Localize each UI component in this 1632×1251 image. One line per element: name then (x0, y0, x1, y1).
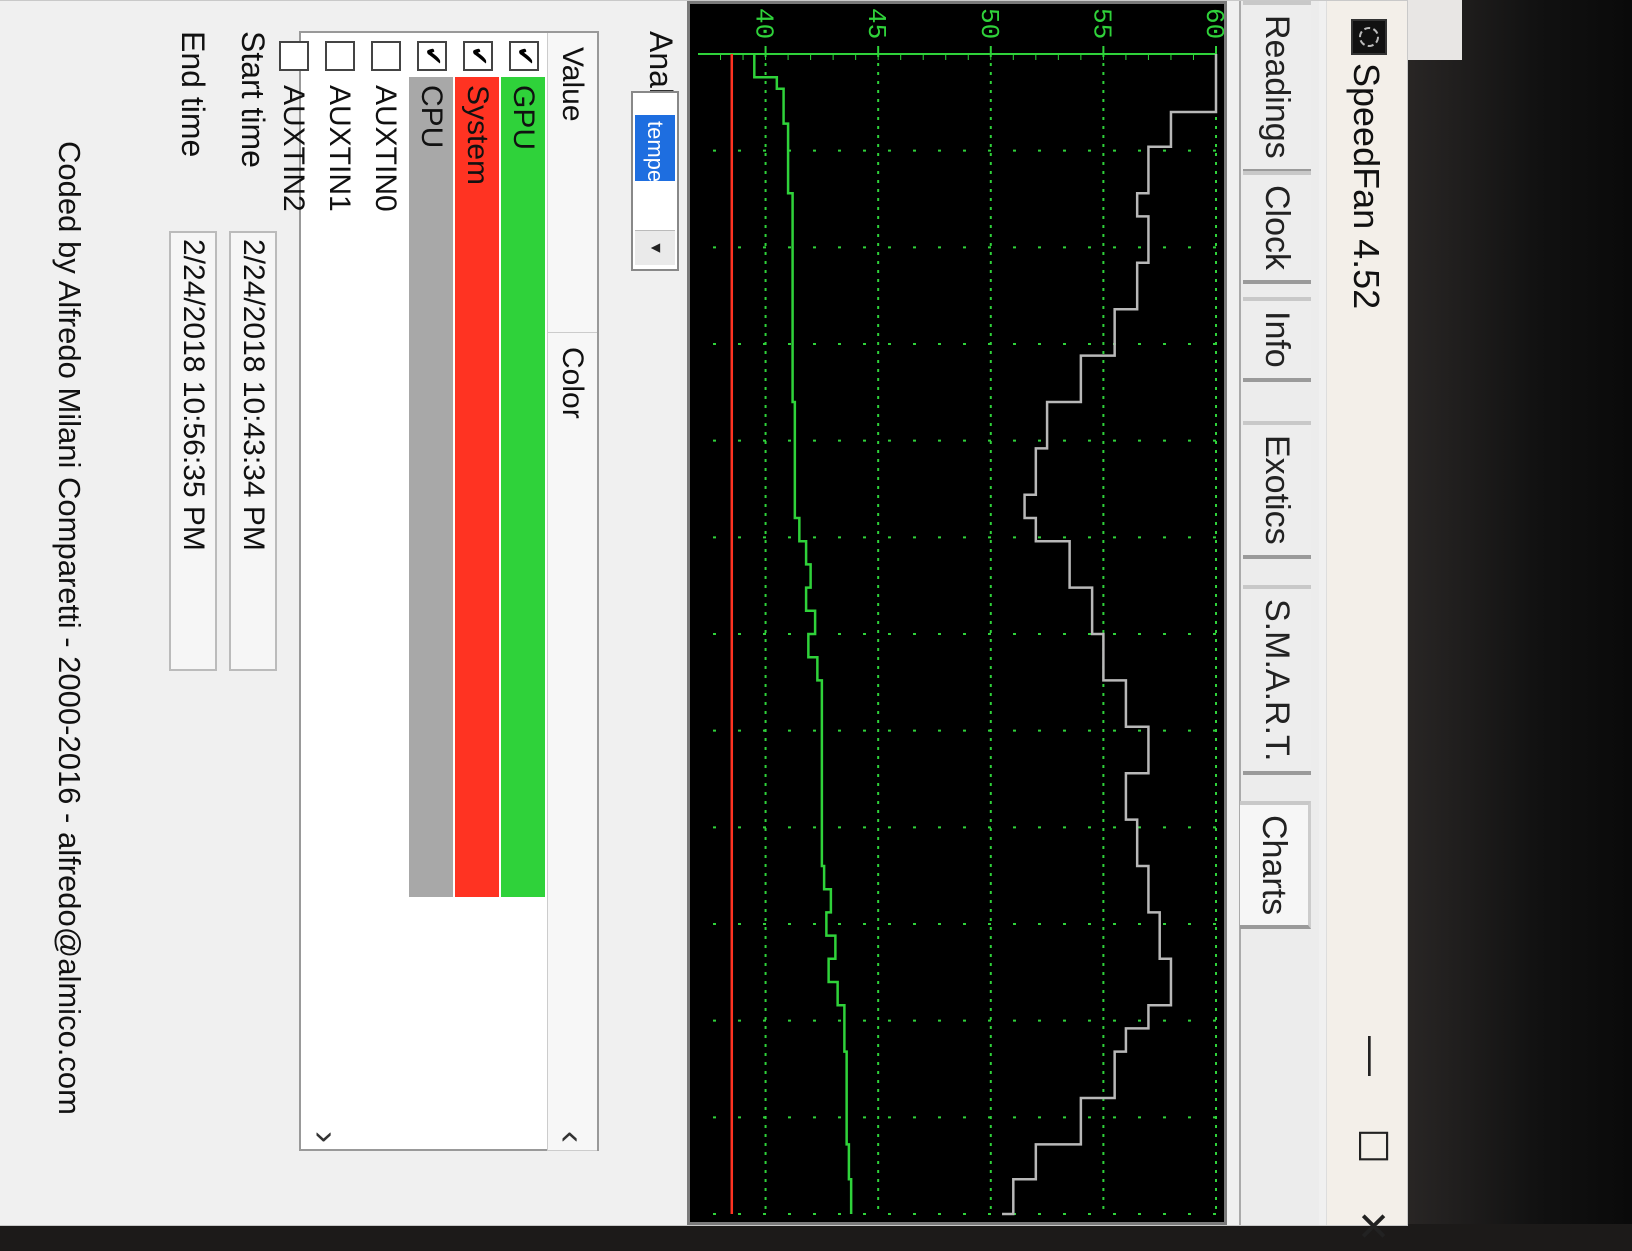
series-row-auxtin1[interactable]: AUXTIN1 (317, 33, 361, 1151)
analyze-dropdown[interactable]: temperatures ▼ (631, 91, 679, 271)
tab-strip: Readings Clock Info Exotics S.M.A.R.T. C… (1239, 1, 1319, 1225)
start-time-label: Start time (235, 31, 271, 168)
analyze-selected-value: temperatures (635, 115, 675, 181)
scroll-up-icon[interactable]: ‹ (551, 1131, 593, 1143)
tab-clock[interactable]: Clock (1243, 171, 1311, 285)
series-row-auxtin0[interactable]: AUXTIN0 (363, 33, 407, 1151)
window-title: SpeedFan 4.52 (1346, 63, 1387, 310)
y-tick-label: 50 (974, 8, 1004, 39)
series-row-cpu[interactable]: ✔ CPU (409, 33, 453, 1151)
tab-exotics[interactable]: Exotics (1243, 421, 1311, 559)
y-tick-label: 45 (861, 8, 891, 39)
series-line-cpu (1002, 54, 1218, 1216)
y-tick-label: 40 (749, 8, 779, 39)
title-bar: SpeedFan 4.52 — ☐ ✕ (1326, 1, 1407, 1243)
y-tick-label: 55 (1086, 8, 1116, 39)
series-row-gpu[interactable]: ✔ GPU (501, 33, 545, 1151)
credits-footer: Coded by Alfredo Milani Comparetti - 200… (52, 141, 87, 1115)
monitor-bezel (1400, 0, 1632, 1224)
series-checkbox[interactable] (325, 41, 355, 71)
close-button[interactable]: ✕ (1347, 1201, 1397, 1251)
speedfan-window: SpeedFan 4.52 — ☐ ✕ Readings Clock Info … (0, 0, 1408, 1243)
series-name: System (461, 85, 494, 186)
series-list: Value Color ✔ GPU ✔ System ✔ CPU AUXTIN0 AUXTIN… (277, 31, 599, 1151)
series-checkbox[interactable] (371, 41, 401, 71)
series-checkbox[interactable]: ✔ (509, 41, 539, 71)
start-time-field[interactable]: 2/24/2018 10:43:34 PM (229, 231, 277, 671)
end-time-field[interactable]: 2/24/2018 10:56:35 PM (169, 231, 217, 671)
series-name: CPU (415, 85, 448, 149)
y-tick-label: 60 (1199, 8, 1224, 39)
series-checkbox[interactable] (279, 41, 309, 71)
tab-charts[interactable]: Charts (1240, 801, 1311, 930)
tab-smart[interactable]: S.M.A.R.T. (1243, 585, 1311, 776)
series-row-system[interactable]: ✔ System (455, 33, 499, 1151)
series-name: AUXTIN1 (323, 85, 356, 212)
tab-info[interactable]: Info (1243, 297, 1311, 382)
series-name: AUXTIN2 (277, 85, 310, 212)
series-checkbox[interactable]: ✔ (417, 41, 447, 71)
tab-readings[interactable]: Readings (1243, 1, 1311, 173)
rotated-stage: SpeedFan 4.52 — ☐ ✕ Readings Clock Info … (0, 0, 1408, 1243)
maximize-button[interactable]: ☐ (1347, 1121, 1397, 1171)
series-name: AUXTIN0 (369, 85, 402, 212)
series-row-auxtin2[interactable]: AUXTIN2 (271, 33, 315, 1151)
column-header-value[interactable]: Value (547, 33, 597, 333)
chevron-down-icon[interactable]: ▼ (635, 230, 675, 265)
series-line-gpu (753, 54, 853, 1214)
minimize-button[interactable]: — (1347, 1031, 1397, 1081)
temperature-chart: 60 55 50 45 40 (687, 1, 1227, 1225)
end-time-label: End time (175, 31, 211, 158)
chart-svg: 60 55 50 45 40 (698, 8, 1224, 1216)
speedfan-app-icon (1351, 19, 1387, 55)
series-name: GPU (507, 85, 540, 151)
scroll-down-icon[interactable]: › (305, 1131, 347, 1143)
series-checkbox[interactable]: ✔ (463, 41, 493, 71)
column-header-color[interactable]: Color (547, 333, 597, 1151)
